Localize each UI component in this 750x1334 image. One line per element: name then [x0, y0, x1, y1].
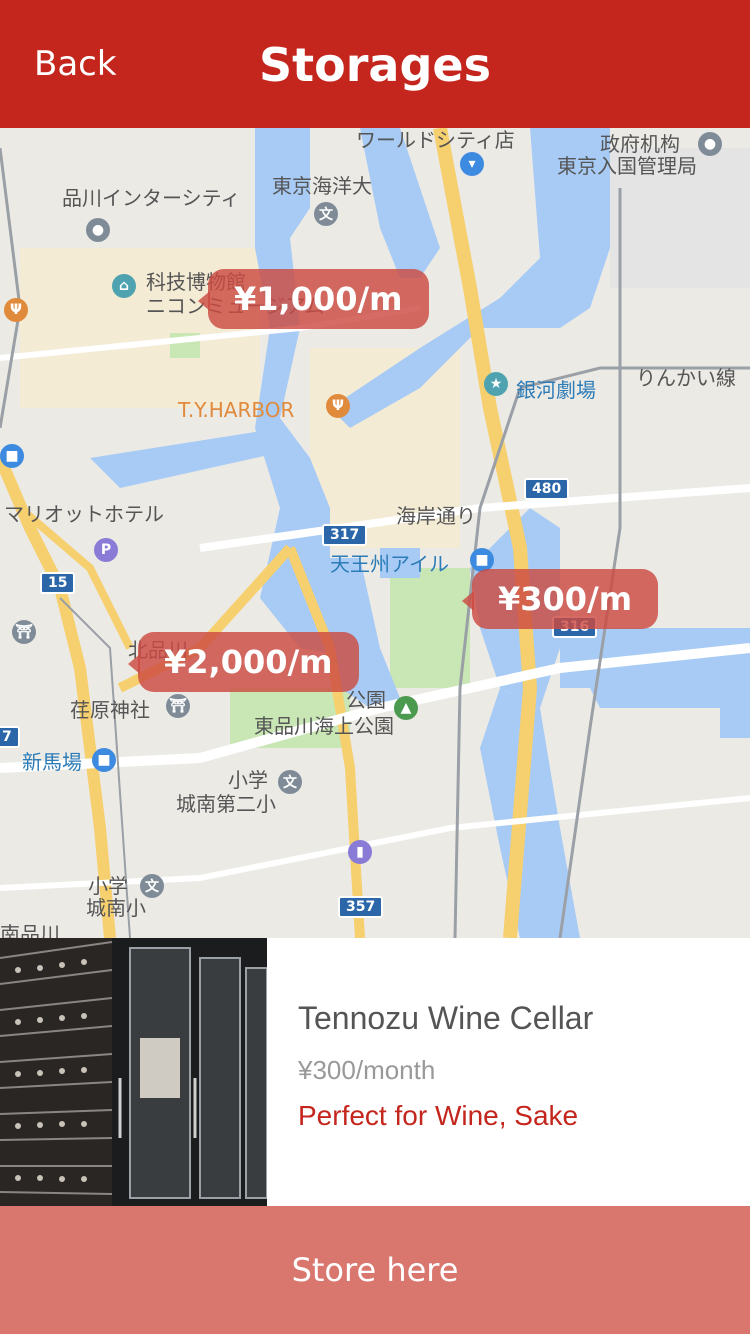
- storage-card[interactable]: Tennozu Wine Cellar ¥300/month Perfect f…: [0, 938, 750, 1206]
- storage-name: Tennozu Wine Cellar: [298, 1000, 594, 1036]
- app-header: Back Storages: [0, 0, 750, 128]
- map-label-rinkai: りんかい線: [636, 366, 736, 390]
- map-label-ginga: 銀河劇場: [516, 378, 596, 402]
- map-label-immigration: 東京入国管理局: [557, 154, 697, 178]
- museum-pin-icon[interactable]: ⌂: [112, 274, 136, 298]
- price-bubble-2000[interactable]: ¥2,000/m: [128, 632, 359, 692]
- map-label-marriott: マリオットホテル: [4, 502, 164, 526]
- route-shield-480: 480: [524, 478, 570, 500]
- map-label-ebara: 荏原神社: [70, 698, 150, 722]
- map-label-kaigan: 海岸通り: [396, 504, 476, 528]
- map-label-worldcity: ワールドシティ店: [356, 128, 515, 152]
- store-here-button[interactable]: Store here: [0, 1206, 750, 1334]
- map-base: [0, 128, 750, 938]
- route-shield-357: 357: [338, 896, 384, 918]
- route-shield-7: 7: [0, 726, 20, 748]
- map-label-jonan-sho: 城南小: [86, 896, 146, 920]
- map-label-intercity: 品川インターシティ: [62, 186, 241, 210]
- map-label-higashi-park: 東品川海上公園: [254, 714, 394, 738]
- restaurant-pin-icon-2[interactable]: Ψ: [326, 394, 350, 418]
- map-label-kaiyo: 東京海洋大: [272, 174, 372, 198]
- storage-photo: [0, 938, 267, 1206]
- shrine-pin-icon-2[interactable]: ⛩: [166, 694, 190, 718]
- theater-pin-icon[interactable]: ★: [484, 372, 508, 396]
- train-station-icon-3[interactable]: ■: [92, 748, 116, 772]
- map-label-tennozu-isle: 天王州アイル: [330, 552, 449, 576]
- map-label-shinbaba: 新馬場: [22, 750, 82, 774]
- train-station-icon[interactable]: ■: [0, 444, 24, 468]
- school-pin-icon[interactable]: 文: [314, 202, 338, 226]
- map-label-minami-shinagawa: 南品川: [0, 922, 60, 938]
- school-pin-icon-2[interactable]: 文: [278, 770, 302, 794]
- gas-station-pin-icon[interactable]: ▮: [348, 840, 372, 864]
- storage-tag: Perfect for Wine, Sake: [298, 1100, 579, 1131]
- price-bubble-1000[interactable]: ¥1,000/m: [198, 269, 429, 329]
- parking-pin-icon[interactable]: P: [94, 538, 118, 562]
- price-bubble-300[interactable]: ¥300/m: [461, 569, 659, 629]
- shrine-pin-icon[interactable]: ⛩: [12, 620, 36, 644]
- location-pin-icon[interactable]: ●: [86, 218, 110, 242]
- school-pin-icon-3[interactable]: 文: [140, 874, 164, 898]
- page-title: Storages: [259, 38, 491, 92]
- storage-price: ¥300/month: [298, 1055, 436, 1085]
- route-shield-15: 15: [40, 572, 76, 594]
- park-pin-icon[interactable]: ▲: [394, 696, 418, 720]
- map-label-jonan-daini: 城南第二小: [176, 792, 276, 816]
- route-shield-317: 317: [322, 524, 368, 546]
- map-view[interactable]: ワールドシティ店 政府机构 東京入国管理局 品川インターシティ 東京海洋大 科技…: [0, 128, 750, 938]
- restaurant-pin-icon[interactable]: Ψ: [4, 298, 28, 322]
- shopping-pin-icon[interactable]: ▾: [460, 152, 484, 176]
- map-label-ty-harbor: T.Y.HARBOR: [178, 398, 295, 422]
- government-pin-icon[interactable]: ●: [698, 132, 722, 156]
- storage-info: Tennozu Wine Cellar ¥300/month Perfect f…: [298, 1000, 593, 1132]
